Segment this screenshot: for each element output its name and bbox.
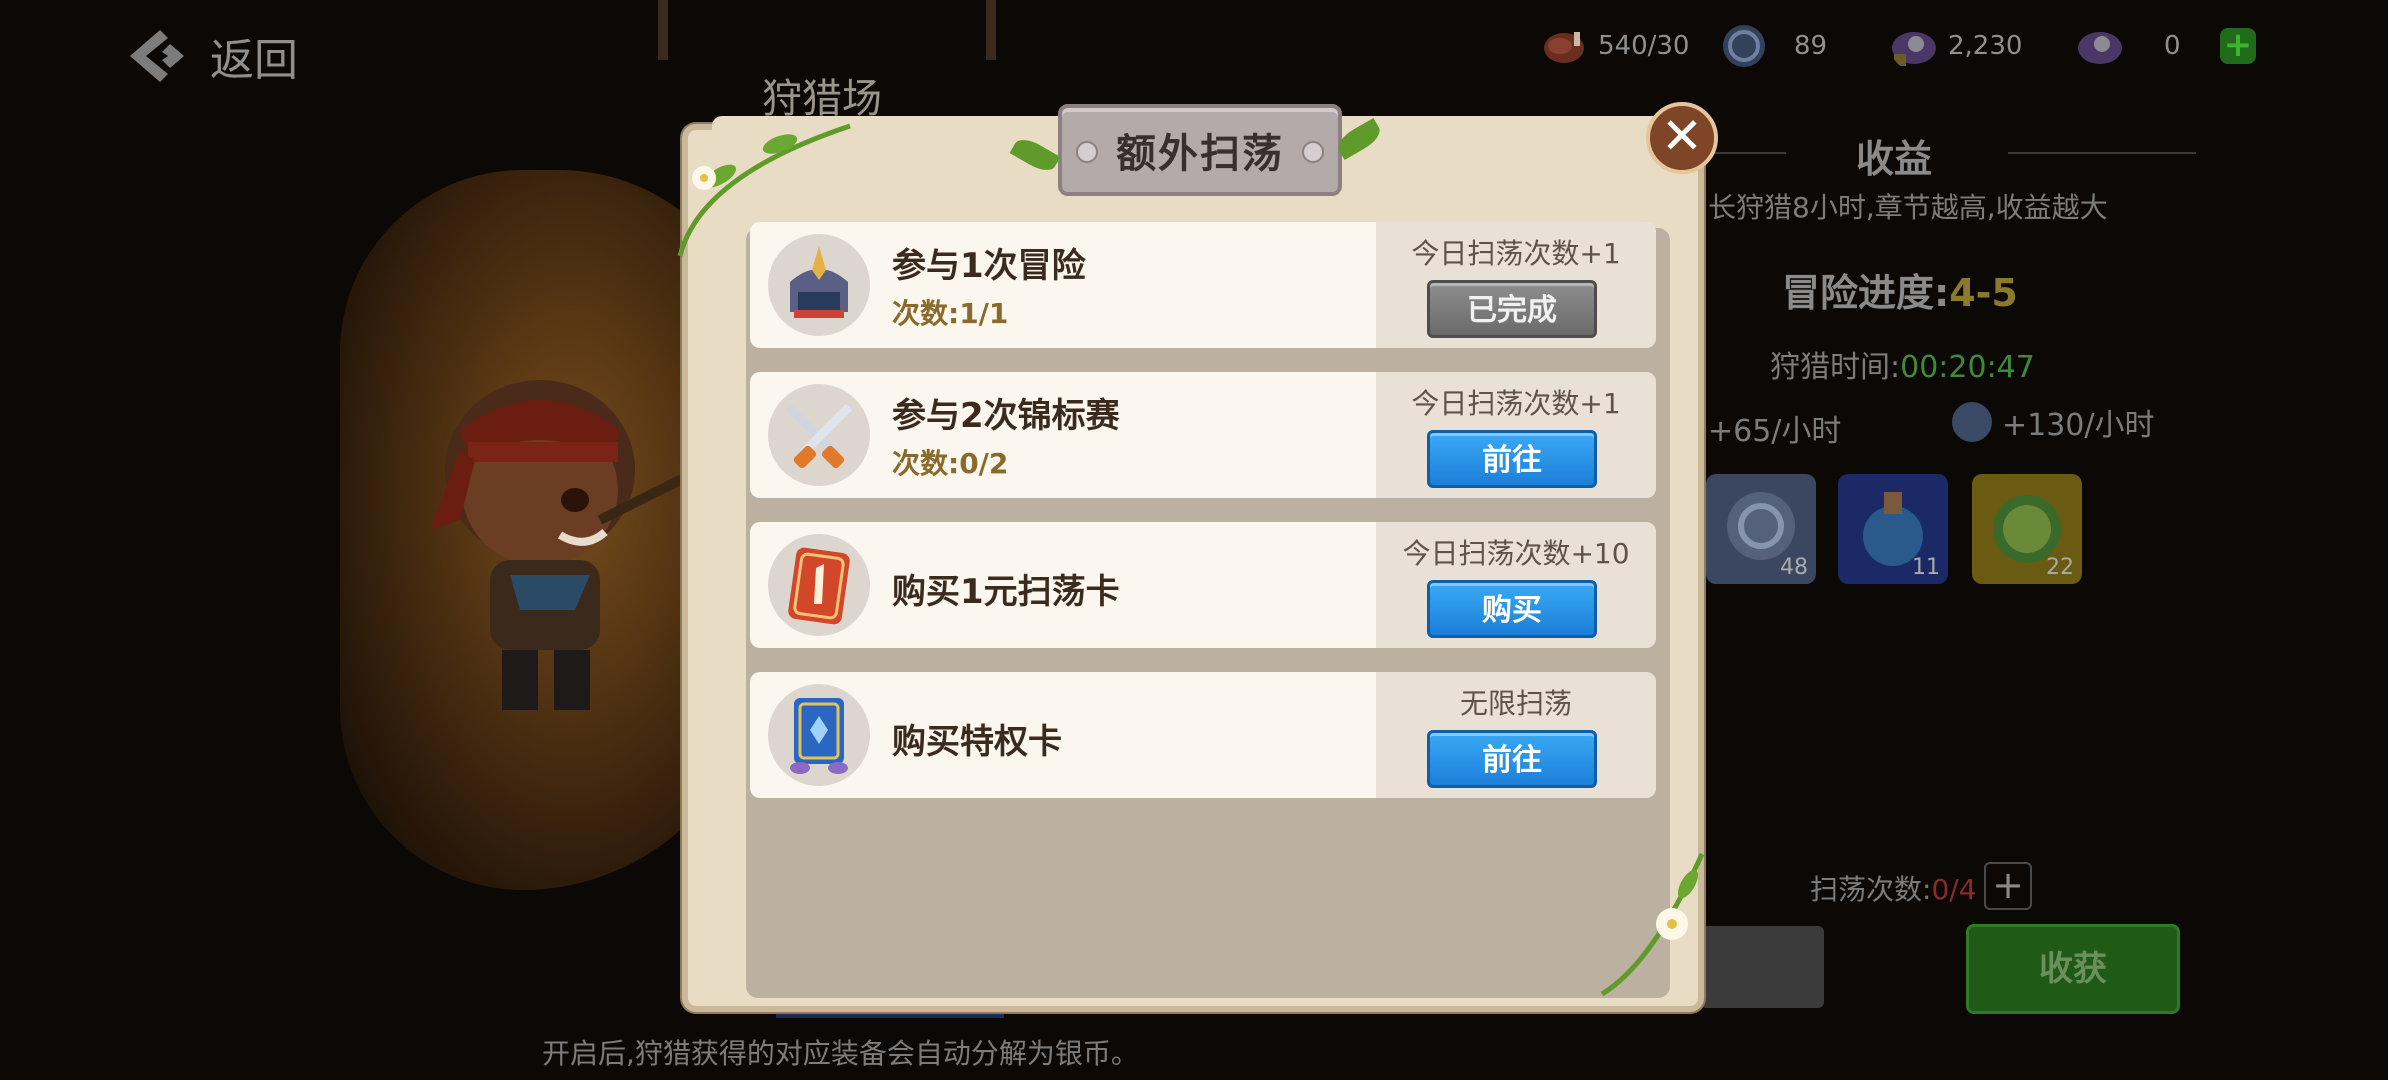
reward-item-silver[interactable]: 48 <box>1706 474 1816 584</box>
progress-value: 4-5 <box>1949 271 2018 315</box>
harvest-button[interactable]: 收获 <box>1966 924 2180 1014</box>
resource-locked-pearl: 2,230 <box>1890 22 2022 70</box>
back-arrow-icon <box>130 30 184 82</box>
task-name: 参与2次锦标赛 <box>892 396 1120 436</box>
task-name: 购买1元扫荡卡 <box>892 572 1120 612</box>
locked-pearl-icon <box>1892 32 1936 66</box>
sign-post <box>658 0 668 60</box>
task-reward: 无限扫荡 <box>1459 687 1572 720</box>
dialog-title-plate: 额外扫荡 <box>1058 104 1342 196</box>
resource-pearl: 0 <box>2076 22 2181 70</box>
item-count: 22 <box>2046 555 2074 580</box>
silver-coin-icon <box>1952 402 1992 442</box>
dialog-title: 额外扫荡 <box>1116 131 1284 177</box>
task-reward: 今日扫荡次数+10 <box>1402 537 1630 570</box>
go-button[interactable]: 前往 <box>1427 730 1597 788</box>
hunt-time: 狩猎时间:00:20:47 <box>1770 342 2035 386</box>
income-rate-2: +130/小时 <box>1952 400 2155 444</box>
resource-value: 0 <box>2164 31 2181 61</box>
completed-button[interactable]: 已完成 <box>1427 280 1597 338</box>
task-icon <box>768 534 870 636</box>
hunter-character <box>430 380 703 710</box>
rate-value: +130/小时 <box>2002 408 2155 443</box>
income-title: 收益 <box>1856 137 1933 181</box>
meat-icon <box>1544 32 1584 63</box>
item-count: 11 <box>1912 555 1940 580</box>
back-button[interactable]: 返回 <box>120 20 298 92</box>
reward-item-exp[interactable]: 22 <box>1972 474 2082 584</box>
helmet-icon <box>790 246 848 318</box>
sweep-value: 0/4 <box>1931 873 1977 906</box>
progress-label: 冒险进度: <box>1782 271 1950 315</box>
vine-decoration <box>1600 852 1705 997</box>
resource-value: 2,230 <box>1948 31 2023 61</box>
income-rate-1: +65/小时 <box>1708 414 1842 449</box>
task-name: 参与1次冒险 <box>892 246 1086 286</box>
task-icon <box>768 234 870 336</box>
plate-rivet <box>1302 141 1324 163</box>
divider <box>2008 152 2196 154</box>
task-row: 参与1次冒险 次数:1/1 今日扫荡次数+1 已完成 <box>750 222 1656 348</box>
task-reward: 今日扫荡次数+1 <box>1411 237 1621 270</box>
sweep-label: 扫荡次数: <box>1810 873 1932 906</box>
adventure-progress: 冒险进度:4-5 <box>1782 262 2018 317</box>
auto-decompose-note: 开启后,狩猎获得的对应装备会自动分解为银币。 <box>542 1037 1139 1070</box>
buy-button[interactable]: 购买 <box>1427 580 1597 638</box>
back-label: 返回 <box>210 35 298 86</box>
task-icon <box>768 684 870 786</box>
task-row: 购买特权卡 无限扫荡 前往 <box>750 672 1656 798</box>
extra-sweep-dialog: 额外扫荡 ✕ 参与1次冒险 次数:1/1 今日扫荡次数+1 已完成 参与2次锦标… <box>672 102 1718 1014</box>
time-label: 狩猎时间: <box>1770 350 1901 385</box>
resource-value: 540/30 <box>1598 31 1690 61</box>
resource-silver: 89 <box>1720 22 1827 70</box>
sweep-count: 扫荡次数:0/4 <box>1810 868 1977 908</box>
task-reward: 今日扫荡次数+1 <box>1411 387 1621 420</box>
add-sweep-button[interactable]: + <box>1984 862 2032 910</box>
resource-meat: 540/30 <box>1540 22 1689 70</box>
income-desc: 长狩猎8小时,章节越高,收益越大 <box>1708 191 2108 224</box>
plate-rivet <box>1076 141 1098 163</box>
add-resource-button[interactable]: + <box>2220 28 2256 64</box>
task-name: 购买特权卡 <box>892 722 1062 762</box>
pearl-shell-icon <box>2078 32 2122 64</box>
task-progress: 次数:1/1 <box>892 297 1009 330</box>
sweep-card-icon <box>788 547 850 625</box>
time-value: 00:20:47 <box>1900 350 2035 385</box>
item-count: 48 <box>1780 555 1808 580</box>
task-progress: 次数:0/2 <box>892 447 1009 480</box>
close-icon: ✕ <box>1661 107 1703 165</box>
resource-value: 89 <box>1794 31 1828 61</box>
sign-post <box>986 0 996 60</box>
crossed-swords-icon <box>786 404 852 469</box>
privilege-card-icon <box>790 698 848 774</box>
task-icon <box>768 384 870 486</box>
go-button[interactable]: 前往 <box>1427 430 1597 488</box>
close-button[interactable]: ✕ <box>1646 102 1718 174</box>
silver-coin-icon <box>1723 25 1765 67</box>
task-row: 参与2次锦标赛 次数:0/2 今日扫荡次数+1 前往 <box>750 372 1656 498</box>
reward-item-potion[interactable]: 11 <box>1838 474 1948 584</box>
task-row: 购买1元扫荡卡 今日扫荡次数+10 购买 <box>750 522 1656 648</box>
